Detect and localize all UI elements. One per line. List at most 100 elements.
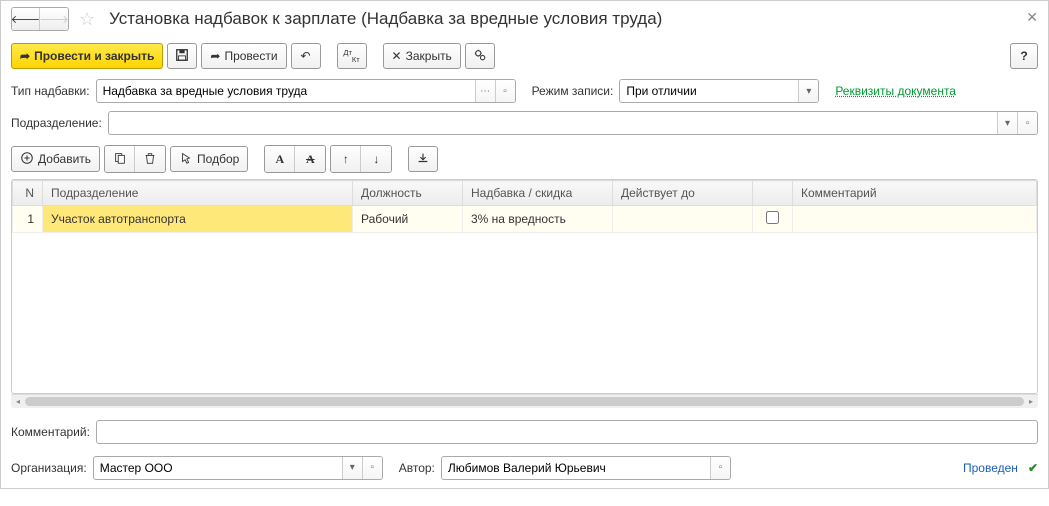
horizontal-scrollbar[interactable]: ◂ ▸ — [11, 394, 1038, 408]
grid: N Подразделение Должность Надбавка / ски… — [12, 180, 1037, 393]
scrollbar-thumb[interactable] — [25, 397, 1024, 406]
col-comment[interactable]: Комментарий — [793, 181, 1037, 206]
author-input-group: ▫ — [441, 456, 731, 480]
check-icon: ✔ — [1028, 461, 1038, 475]
grid-wrap: N Подразделение Должность Надбавка / ски… — [11, 179, 1038, 394]
col-allowance[interactable]: Надбавка / скидка — [463, 181, 613, 206]
save-button[interactable] — [167, 43, 197, 69]
row-checkbox[interactable] — [766, 211, 779, 224]
division-label: Подразделение: — [11, 116, 102, 130]
window: 🡐 🡒 ☆ Установка надбавок к зарплате (Над… — [0, 0, 1049, 489]
division-row: Подразделение: ▾ ▫ — [1, 107, 1048, 139]
cursor-icon — [179, 151, 193, 168]
forward-button[interactable]: 🡒 — [40, 8, 68, 30]
details-link[interactable]: Реквизиты документа — [835, 84, 956, 98]
author-input[interactable] — [442, 457, 710, 479]
post-arrow-icon: ➦ — [210, 49, 220, 63]
font-a-icon: А — [275, 152, 284, 167]
type-row: Тип надбавки: ⋯ ▫ Режим записи: ▾ Реквиз… — [1, 75, 1048, 107]
plus-circle-icon — [20, 151, 34, 168]
col-division[interactable]: Подразделение — [43, 181, 353, 206]
cell-comment[interactable] — [793, 206, 1037, 233]
division-input[interactable] — [109, 112, 997, 134]
cell-checkbox[interactable] — [753, 206, 793, 233]
fill-button[interactable] — [408, 146, 438, 172]
cell-position[interactable]: Рабочий — [353, 206, 463, 233]
edit-group — [104, 145, 166, 173]
mode-label: Режим записи: — [532, 84, 614, 98]
org-open-icon[interactable]: ▫ — [362, 457, 382, 479]
undo-button[interactable]: ↶ — [291, 43, 321, 69]
copy-icon — [113, 151, 127, 168]
col-checkbox[interactable] — [753, 181, 793, 206]
move-down-button[interactable]: ↓ — [361, 146, 391, 172]
close-icon[interactable]: ✕ — [1026, 9, 1038, 26]
favorite-icon[interactable]: ☆ — [79, 9, 95, 30]
org-label: Организация: — [11, 461, 87, 475]
settings-button[interactable] — [465, 43, 495, 69]
select-button[interactable]: Подбор — [170, 146, 248, 172]
table-row[interactable]: 1 Участок автотранспорта Рабочий 3% на в… — [13, 206, 1037, 233]
cell-valid-until[interactable] — [613, 206, 753, 233]
author-open-icon[interactable]: ▫ — [710, 457, 730, 479]
cell-n[interactable]: 1 — [13, 206, 43, 233]
move-up-button[interactable]: ↑ — [331, 146, 361, 172]
col-n[interactable]: N — [13, 181, 43, 206]
status-text: Проведен — [963, 461, 1018, 475]
type-input[interactable] — [97, 80, 475, 102]
copy-button[interactable] — [105, 146, 135, 172]
col-valid-until[interactable]: Действует до — [613, 181, 753, 206]
font-a-button[interactable]: А — [265, 146, 295, 172]
delete-button[interactable] — [135, 146, 165, 172]
format-group: А А — [264, 145, 326, 173]
dtkt-button[interactable]: ДтКт — [337, 43, 367, 69]
strike-button[interactable]: А — [295, 146, 325, 172]
mode-input[interactable] — [620, 80, 798, 102]
grid-empty-area[interactable] — [13, 233, 1037, 393]
main-toolbar: ➦ Провести и закрыть ➦ Провести ↶ ДтКт ✕… — [1, 37, 1048, 75]
arrow-up-icon: ↑ — [343, 152, 349, 166]
scroll-left-icon[interactable]: ◂ — [11, 395, 25, 409]
org-dropdown-icon[interactable]: ▾ — [342, 457, 362, 479]
save-icon — [175, 48, 189, 65]
add-button[interactable]: Добавить — [11, 146, 100, 172]
titlebar: 🡐 🡒 ☆ Установка надбавок к зарплате (Над… — [1, 1, 1048, 37]
type-open-icon[interactable]: ▫ — [495, 80, 515, 102]
gear-icon — [473, 48, 487, 65]
close-button[interactable]: ✕ Закрыть — [383, 43, 461, 69]
strike-icon: А — [306, 152, 315, 167]
org-row: Организация: ▾ ▫ Автор: ▫ Проведен ✔ — [1, 452, 1048, 488]
division-input-group: ▾ ▫ — [108, 111, 1038, 135]
division-dropdown-icon[interactable]: ▾ — [997, 112, 1017, 134]
undo-icon: ↶ — [301, 49, 311, 63]
back-button[interactable]: 🡐 — [12, 8, 40, 30]
close-x-icon: ✕ — [392, 49, 402, 63]
grid-header-row: N Подразделение Должность Надбавка / ски… — [13, 181, 1037, 206]
help-button[interactable]: ? — [1010, 43, 1038, 69]
scroll-right-icon[interactable]: ▸ — [1024, 395, 1038, 409]
trash-icon — [143, 151, 157, 168]
comment-input[interactable] — [97, 421, 1037, 443]
type-dropdown-icon[interactable]: ⋯ — [475, 80, 495, 102]
org-input[interactable] — [94, 457, 342, 479]
move-group: ↑ ↓ — [330, 145, 392, 173]
mode-dropdown-icon[interactable]: ▾ — [798, 80, 818, 102]
arrow-down-icon: ↓ — [373, 152, 379, 166]
post-and-close-button[interactable]: ➦ Провести и закрыть — [11, 43, 163, 69]
comment-input-group — [96, 420, 1038, 444]
cell-allowance[interactable]: 3% на вредность — [463, 206, 613, 233]
cell-division[interactable]: Участок автотранспорта — [43, 206, 353, 233]
post-button[interactable]: ➦ Провести — [201, 43, 286, 69]
type-input-group: ⋯ ▫ — [96, 79, 516, 103]
col-position[interactable]: Должность — [353, 181, 463, 206]
type-label: Тип надбавки: — [11, 84, 90, 98]
mode-input-group: ▾ — [619, 79, 819, 103]
table-toolbar: Добавить Подбор А А ↑ — [1, 139, 1048, 179]
division-open-icon[interactable]: ▫ — [1017, 112, 1037, 134]
page-title: Установка надбавок к зарплате (Надбавка … — [109, 9, 662, 29]
fill-icon — [416, 151, 430, 168]
comment-label: Комментарий: — [11, 425, 90, 439]
help-icon: ? — [1020, 49, 1027, 63]
comment-row: Комментарий: — [1, 416, 1048, 452]
org-input-group: ▾ ▫ — [93, 456, 383, 480]
